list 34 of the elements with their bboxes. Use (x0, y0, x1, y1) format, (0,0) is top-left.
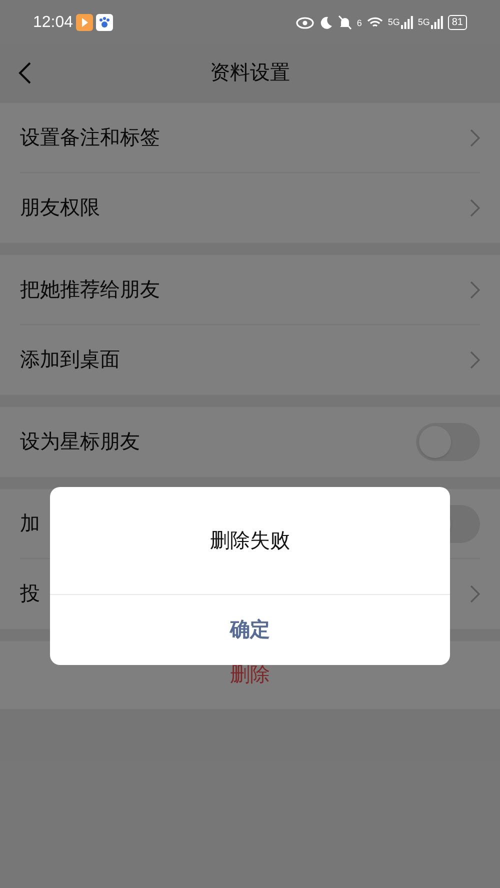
dialog-message: 删除失败 (210, 528, 290, 554)
wifi-icon (366, 16, 383, 29)
chevron-right-icon (470, 280, 480, 298)
network-label: 5G (388, 16, 400, 29)
signal-icon (430, 16, 443, 30)
status-time: 12:04 (33, 12, 74, 32)
row-label: 设置备注和标签 (20, 126, 160, 150)
chevron-right-icon (470, 199, 480, 217)
row-label: 添加到桌面 (20, 348, 120, 373)
row-label: 设为星标朋友 (20, 430, 140, 455)
battery-level: 81 (452, 18, 463, 28)
page-title: 资料设置 (210, 61, 290, 86)
settings-row[interactable]: 设置备注和标签 (0, 103, 500, 173)
settings-row[interactable]: 添加到桌面 (0, 325, 500, 395)
moon-icon (318, 16, 333, 30)
chevron-right-icon (470, 585, 480, 603)
settings-row[interactable]: 朋友权限 (0, 173, 500, 243)
network-label: 6 (356, 16, 362, 30)
back-icon[interactable] (18, 61, 32, 85)
signal-icon (400, 16, 413, 30)
row-label: 朋友权限 (20, 196, 100, 221)
paw-app-icon (96, 14, 114, 31)
settings-row[interactable]: 设为星标朋友 (0, 407, 500, 477)
toggle-switch[interactable] (416, 423, 480, 461)
muted-bell-icon (338, 15, 352, 30)
chevron-right-icon (470, 351, 480, 369)
row-label: 加 (20, 512, 40, 536)
row-label: 投 (20, 582, 40, 607)
chevron-right-icon (470, 128, 480, 146)
row-label: 把她推荐给朋友 (20, 278, 160, 302)
network-label: 5G (418, 16, 430, 29)
eye-icon (296, 16, 314, 28)
settings-row[interactable]: 把她推荐给朋友 (0, 255, 500, 325)
app-play-icon (76, 14, 94, 31)
